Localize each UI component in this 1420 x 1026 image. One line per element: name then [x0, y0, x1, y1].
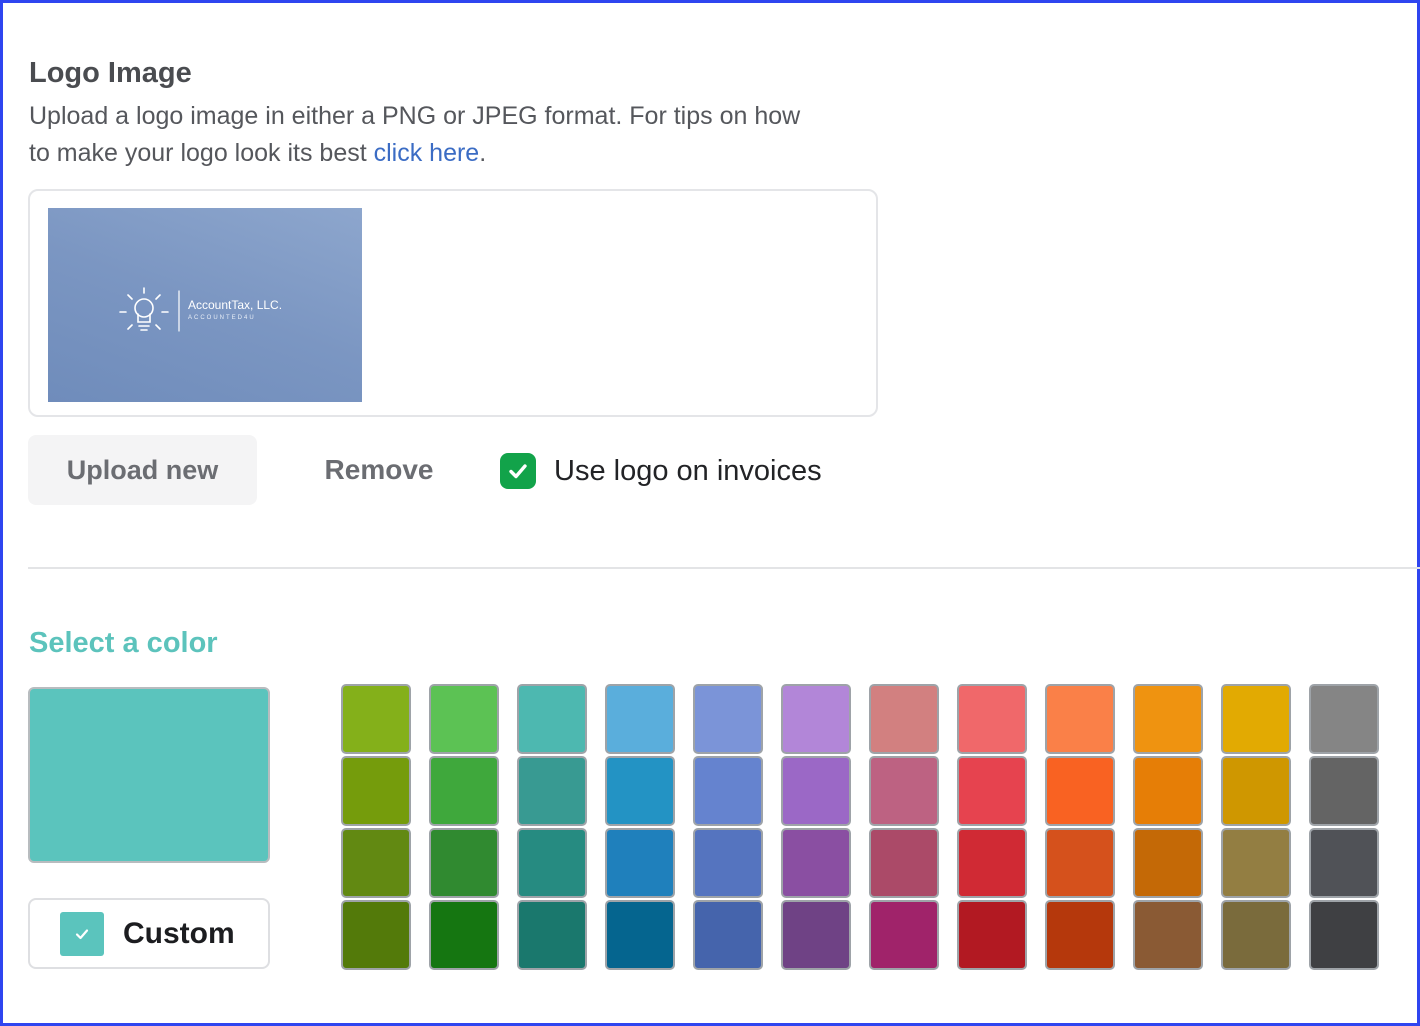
logo-dropzone[interactable]: AccountTax, LLC. ACCOUNTED4U [28, 189, 878, 417]
color-swatch[interactable] [781, 756, 851, 826]
color-swatch[interactable] [517, 684, 587, 754]
logo-description-end: . [479, 139, 487, 167]
logo-description: Upload a logo image in either a PNG or J… [29, 98, 819, 172]
logo-company-name: AccountTax, LLC. [188, 298, 283, 312]
logo-tagline: ACCOUNTED4U [188, 315, 256, 321]
color-swatch[interactable] [957, 828, 1027, 898]
color-swatch[interactable] [693, 684, 763, 754]
color-swatch[interactable] [341, 756, 411, 826]
color-swatch[interactable] [429, 900, 499, 970]
use-logo-checkbox[interactable]: Use logo on invoices [500, 453, 822, 489]
color-swatch[interactable] [517, 900, 587, 970]
section-divider [28, 567, 1420, 569]
color-swatch[interactable] [957, 900, 1027, 970]
color-swatch[interactable] [605, 756, 675, 826]
color-swatch[interactable] [869, 756, 939, 826]
color-swatch[interactable] [1045, 756, 1115, 826]
color-palette [341, 684, 1381, 974]
use-logo-label: Use logo on invoices [554, 454, 822, 487]
color-swatch[interactable] [605, 828, 675, 898]
color-swatch[interactable] [517, 756, 587, 826]
color-section-title: Select a color [29, 627, 218, 659]
logo-section-title: Logo Image [29, 57, 192, 89]
color-swatch[interactable] [517, 828, 587, 898]
color-swatch[interactable] [869, 828, 939, 898]
color-swatch[interactable] [1309, 900, 1379, 970]
color-swatch[interactable] [781, 900, 851, 970]
color-swatch[interactable] [693, 756, 763, 826]
color-swatch[interactable] [781, 828, 851, 898]
color-swatch[interactable] [1221, 756, 1291, 826]
color-swatch[interactable] [1133, 756, 1203, 826]
color-swatch[interactable] [1045, 684, 1115, 754]
color-swatch[interactable] [1133, 684, 1203, 754]
color-swatch[interactable] [1309, 828, 1379, 898]
color-swatch[interactable] [429, 684, 499, 754]
remove-button[interactable]: Remove [299, 435, 459, 505]
color-swatch[interactable] [341, 684, 411, 754]
color-swatch[interactable] [605, 684, 675, 754]
color-swatch[interactable] [1045, 900, 1115, 970]
custom-label: Custom [123, 916, 235, 950]
color-swatch[interactable] [1133, 828, 1203, 898]
color-swatch[interactable] [429, 828, 499, 898]
color-swatch[interactable] [1221, 684, 1291, 754]
color-swatch[interactable] [693, 900, 763, 970]
color-swatch[interactable] [1221, 828, 1291, 898]
selected-color-preview [28, 687, 270, 863]
color-swatch[interactable] [693, 828, 763, 898]
checkmark-icon [509, 464, 527, 479]
color-swatch[interactable] [341, 900, 411, 970]
settings-panel: Logo Image Upload a logo image in either… [0, 0, 1420, 1026]
checkbox-checked-icon[interactable] [500, 453, 536, 489]
checkmark-icon [75, 928, 89, 939]
color-swatch[interactable] [1045, 828, 1115, 898]
color-swatch[interactable] [869, 900, 939, 970]
color-swatch[interactable] [957, 756, 1027, 826]
color-swatch[interactable] [781, 684, 851, 754]
custom-color-button[interactable]: Custom [28, 898, 270, 969]
color-swatch[interactable] [869, 684, 939, 754]
upload-new-button[interactable]: Upload new [28, 435, 257, 505]
tips-link[interactable]: click here [374, 139, 480, 167]
color-swatch[interactable] [1309, 756, 1379, 826]
color-swatch[interactable] [341, 828, 411, 898]
color-swatch[interactable] [1309, 684, 1379, 754]
color-swatch[interactable] [429, 756, 499, 826]
color-swatch[interactable] [605, 900, 675, 970]
custom-checkbox[interactable] [60, 911, 104, 956]
color-swatch[interactable] [1221, 900, 1291, 970]
color-swatch[interactable] [957, 684, 1027, 754]
logo-preview-image: AccountTax, LLC. ACCOUNTED4U [48, 208, 362, 402]
color-swatch[interactable] [1133, 900, 1203, 970]
